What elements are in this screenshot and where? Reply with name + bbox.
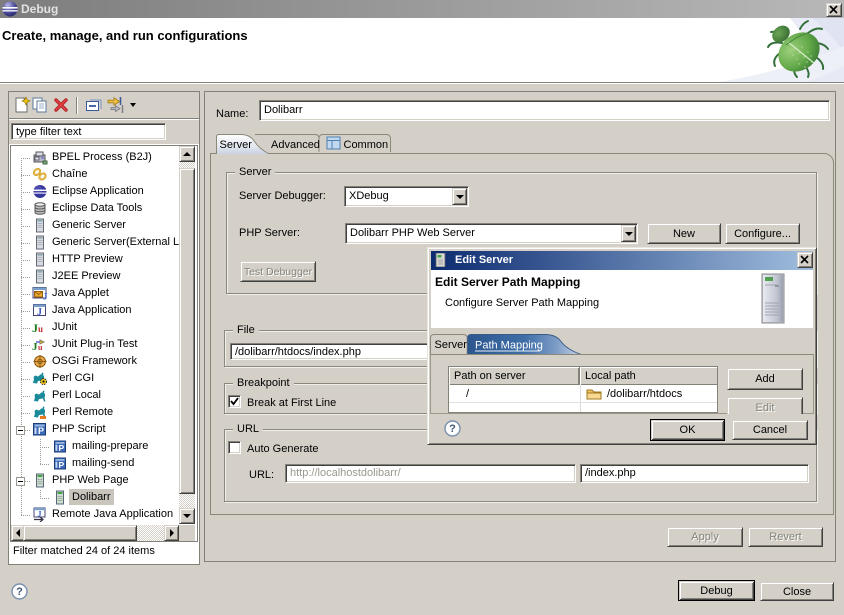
svg-text:Server: Server: [220, 139, 253, 151]
svg-text:Server: Server: [435, 339, 468, 351]
svg-text:?: ?: [449, 423, 456, 435]
svg-text:Path Mapping: Path Mapping: [475, 340, 543, 352]
svg-text:Advanced: Advanced: [271, 139, 320, 151]
svg-text:?: ?: [16, 586, 23, 598]
svg-text:Common: Common: [344, 139, 389, 151]
